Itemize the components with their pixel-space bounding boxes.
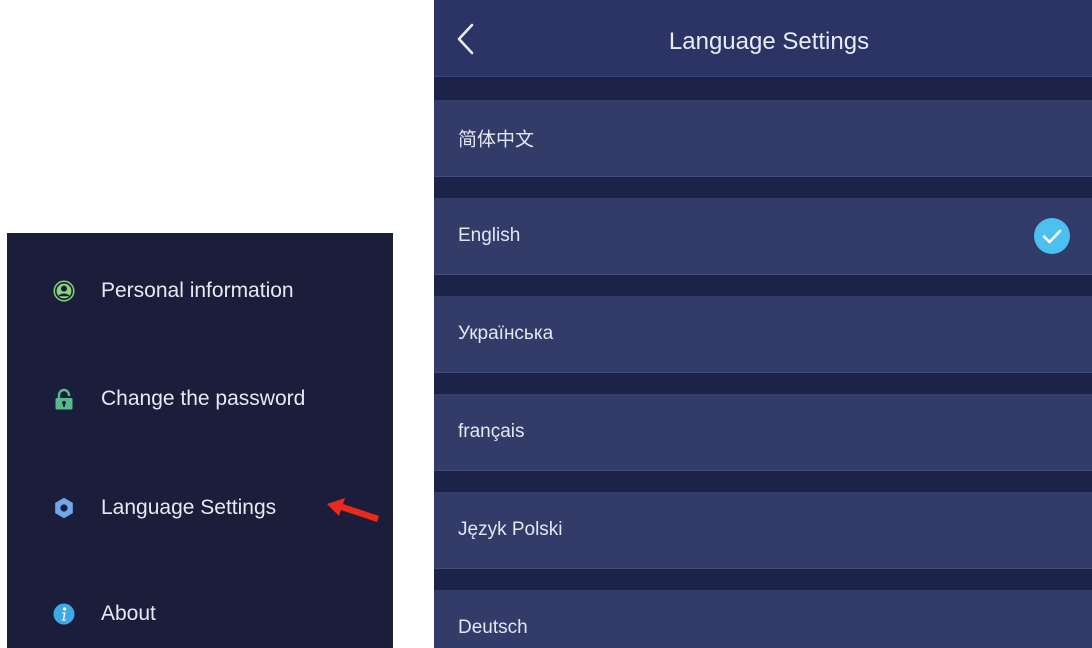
lock-icon xyxy=(55,388,73,410)
language-label: Українська xyxy=(458,323,554,344)
language-option-polish[interactable]: Język Polski xyxy=(434,492,1092,569)
menu-item-about[interactable]: About xyxy=(7,590,393,638)
language-label: Język Polski xyxy=(458,519,563,540)
language-label: Deutsch xyxy=(458,617,528,638)
navigation-bar: Language Settings xyxy=(434,0,1092,77)
language-settings-screen: Language Settings 简体中文 English Українськ… xyxy=(434,0,1092,648)
language-option-french[interactable]: français xyxy=(434,394,1092,471)
language-option-german[interactable]: Deutsch xyxy=(434,590,1092,648)
language-option-chinese[interactable]: 简体中文 xyxy=(434,100,1092,177)
user-circle-icon xyxy=(53,280,75,302)
menu-item-label: About xyxy=(101,602,156,625)
language-option-ukrainian[interactable]: Українська xyxy=(434,296,1092,373)
menu-item-change-password[interactable]: Change the password xyxy=(7,375,393,423)
language-label: français xyxy=(458,421,525,442)
settings-side-menu: Personal information Change the password… xyxy=(7,233,393,648)
menu-item-personal-information[interactable]: Personal information xyxy=(7,267,393,315)
check-circle-icon xyxy=(1034,218,1070,254)
red-arrow-icon xyxy=(327,498,379,522)
info-icon xyxy=(53,603,75,625)
menu-item-label: Change the password xyxy=(101,387,306,410)
menu-item-label: Language Settings xyxy=(101,496,277,519)
language-label: English xyxy=(458,225,521,246)
menu-item-label: Personal information xyxy=(101,279,294,302)
language-option-english[interactable]: English xyxy=(434,198,1092,275)
language-label: 简体中文 xyxy=(458,129,535,151)
gear-icon xyxy=(55,497,73,519)
page-title: Language Settings xyxy=(668,28,870,55)
